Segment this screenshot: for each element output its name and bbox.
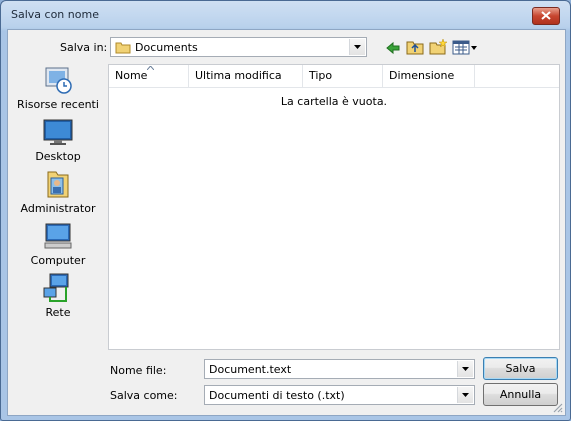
place-label: Risorse recenti (17, 98, 99, 111)
column-label: Nome (115, 69, 148, 82)
desktop-icon (43, 119, 73, 145)
close-button[interactable] (532, 7, 560, 25)
save-as-type-label: Salva come: (110, 389, 178, 402)
folder-icon (115, 42, 131, 54)
place-label: Computer (30, 254, 86, 267)
sort-ascending-icon (147, 66, 154, 70)
network-icon (43, 273, 69, 302)
dialog-body: Salva in: Documents Risorse recenti Desk… (7, 29, 566, 416)
save-in-dropdown[interactable]: Documents (110, 37, 367, 57)
save-in-value: Documents (135, 41, 198, 54)
places-bar: Risorse recenti Desktop Administrator Co… (8, 64, 106, 364)
empty-folder-message: La cartella è vuota. (280, 95, 388, 108)
column-label: Dimensione (389, 69, 455, 82)
column-label: Ultima modifica (195, 69, 282, 82)
place-computer[interactable]: Computer (14, 220, 102, 270)
filename-input[interactable]: Document.text (204, 359, 475, 379)
place-label: Rete (45, 306, 71, 319)
chevron-down-icon (462, 393, 469, 397)
save-as-type-dropdown[interactable]: Documenti di testo (.txt) (204, 385, 475, 405)
column-type[interactable]: Tipo (303, 65, 383, 87)
up-folder-icon[interactable] (406, 38, 424, 56)
place-label: Desktop (35, 150, 81, 163)
recent-places-icon (45, 67, 72, 94)
user-folder-icon (47, 171, 69, 198)
save-in-label: Salva in: (60, 41, 108, 54)
chevron-down-icon (462, 367, 469, 371)
chevron-down-icon (354, 45, 361, 49)
filename-dropdown-arrow[interactable] (457, 361, 473, 377)
save-as-type-arrow[interactable] (457, 387, 473, 403)
window-title: Salva con nome (11, 8, 99, 21)
save-as-dialog: Salva con nome Salva in: Documents Risor… (0, 0, 571, 421)
title-bar[interactable]: Salva con nome (1, 1, 570, 29)
back-icon[interactable] (384, 39, 402, 57)
place-recent[interactable]: Risorse recenti (14, 64, 102, 114)
save-button[interactable]: Salva (483, 357, 558, 380)
column-modified[interactable]: Ultima modifica (189, 65, 303, 87)
file-list[interactable]: Nome Ultima modifica Tipo Dimensione La … (108, 64, 560, 350)
view-menu-icon[interactable] (452, 39, 478, 57)
close-icon (541, 11, 551, 20)
column-label: Tipo (309, 69, 333, 82)
place-label: Administrator (20, 202, 96, 215)
save-as-type-value: Documenti di testo (.txt) (209, 389, 345, 402)
filename-value: Document.text (209, 363, 292, 376)
place-desktop[interactable]: Desktop (14, 116, 102, 166)
save-in-dropdown-arrow[interactable] (349, 39, 365, 55)
cancel-button[interactable]: Annulla (483, 383, 558, 406)
new-folder-icon[interactable] (429, 38, 447, 56)
column-size[interactable]: Dimensione (383, 65, 475, 87)
file-list-header: Nome Ultima modifica Tipo Dimensione (109, 65, 559, 88)
place-administrator[interactable]: Administrator (14, 168, 102, 218)
computer-icon (44, 223, 72, 249)
filename-label: Nome file: (110, 364, 167, 377)
resize-grip-icon[interactable] (551, 401, 563, 413)
column-name[interactable]: Nome (109, 65, 189, 87)
place-network[interactable]: Rete (14, 272, 102, 322)
